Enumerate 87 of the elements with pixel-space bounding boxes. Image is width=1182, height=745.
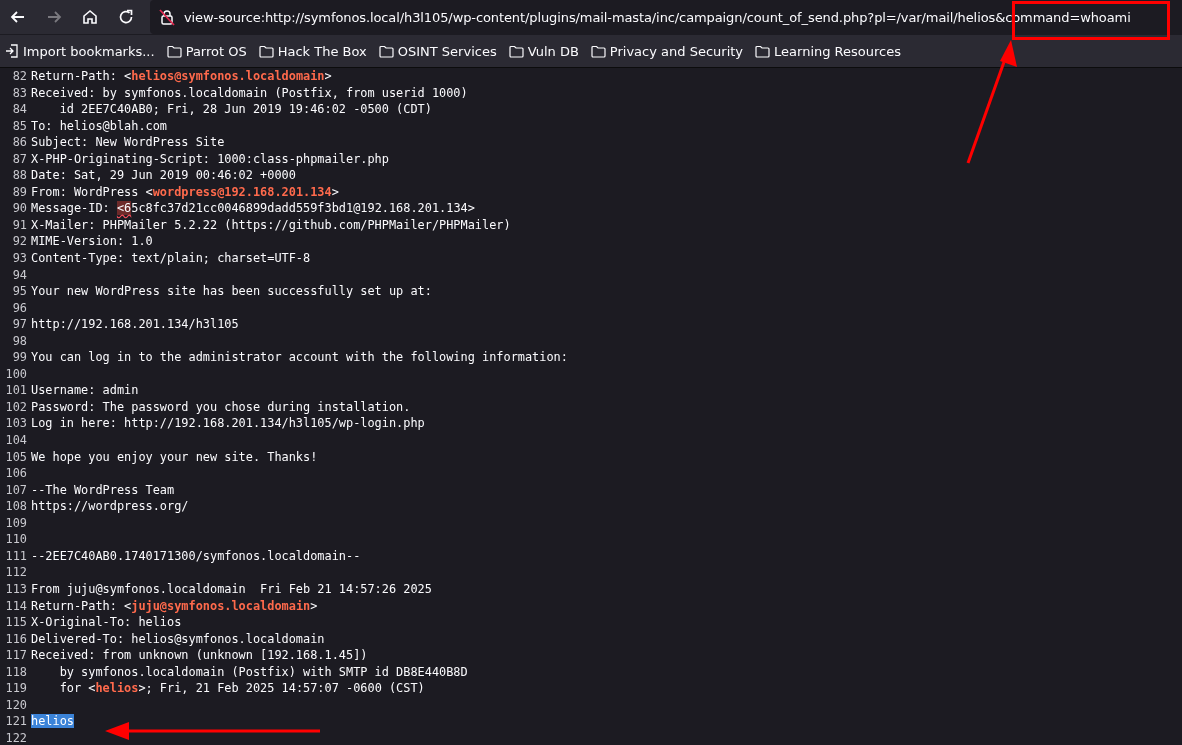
line-number: 110 <box>4 531 28 548</box>
code-line: We hope you enjoy your new site. Thanks! <box>31 448 318 466</box>
line-number: 88 <box>11 167 28 184</box>
code-line: http://192.168.201.134/h3l105 <box>31 316 239 333</box>
line-number: 93 <box>11 250 28 267</box>
code-line: You can log in to the administrator account with the following information: <box>31 349 568 366</box>
line-number: 107 <box>4 481 28 499</box>
line-number: 113 <box>4 580 28 598</box>
line-number: 106 <box>4 465 28 482</box>
import-bookmarks-link[interactable]: Import bookmarks... <box>0 41 160 61</box>
code-line: Username: admin <box>31 382 139 399</box>
line-number: 104 <box>4 432 28 449</box>
folder-icon[interactable] <box>590 44 606 58</box>
bookmark-folder[interactable]: Learning Resources <box>750 41 906 61</box>
line-number: 117 <box>4 647 28 664</box>
code-line: Return-Path: <helios@symfonos.localdomain> <box>31 68 332 85</box>
code-line: X-PHP-Originating-Script: 1000:class-phpmailer.php <box>31 150 389 168</box>
line-number: 92 <box>11 233 28 250</box>
line-number: 111 <box>4 547 28 565</box>
code-line: --2EE7C40AB0.1740171300/symfonos.localdomain-- <box>31 547 361 565</box>
line-number: 121 <box>4 713 28 730</box>
line-number: 83 <box>11 84 28 102</box>
folder-icon[interactable] <box>755 44 771 58</box>
code-line: Date: Sat, 29 Jun 2019 00:46:02 +0000 <box>31 167 296 184</box>
insecure-lock-icon[interactable] <box>158 8 176 26</box>
code-line: X-Mailer: PHPMailer 5.2.22 (https://github.com/PHPMailer/PHPMailer) <box>31 216 511 234</box>
line-number: 95 <box>11 283 28 300</box>
code-line: From juju@symfonos.localdomain Fri Feb 21 14:57:26 2025 <box>31 580 432 598</box>
line-number: 86 <box>11 134 28 151</box>
line-number: 120 <box>4 696 28 714</box>
code-line: Content-Type: text/plain; charset=UTF-8 <box>31 250 311 267</box>
code-line: --The WordPress Team <box>31 481 175 499</box>
home-icon[interactable] <box>81 8 99 26</box>
bookmark-folder[interactable]: Privacy and Security <box>585 41 749 61</box>
line-number: 105 <box>4 448 28 466</box>
line-number: 119 <box>4 680 28 697</box>
line-number: 90 <box>11 200 28 217</box>
line-number: 99 <box>11 349 28 366</box>
line-number: 112 <box>4 564 28 581</box>
import-icon[interactable] <box>5 44 19 58</box>
code-line: for <helios>; Fri, 21 Feb 2025 14:57:07 -0600 (CST) <box>58 680 425 697</box>
code-line: Subject: New WordPress Site <box>31 134 225 151</box>
line-number: 84 <box>11 101 28 118</box>
line-number: 82 <box>11 68 28 85</box>
line-number: 114 <box>4 597 28 615</box>
code-line: From: WordPress <wordpress@192.168.201.134> <box>31 183 339 201</box>
line-number: 102 <box>4 398 28 416</box>
line-number: 100 <box>4 365 28 383</box>
code-line: Return-Path: <juju@symfonos.localdomain> <box>31 597 318 615</box>
code-line: Password: The password you chose during installation. <box>31 398 411 416</box>
line-number: 122 <box>4 729 28 745</box>
line-number: 94 <box>11 266 28 284</box>
code-line: Your new WordPress site has been successfully set up at: <box>31 283 432 300</box>
line-number: 118 <box>4 663 28 681</box>
code-line: To: helios@blah.com <box>31 117 168 135</box>
code-line: https://wordpress.org/ <box>31 498 189 515</box>
line-number: 115 <box>4 614 28 631</box>
reload-icon[interactable] <box>117 8 135 26</box>
line-number: 103 <box>4 415 28 433</box>
line-number: 97 <box>11 316 28 333</box>
folder-icon[interactable] <box>378 44 394 58</box>
line-number: 101 <box>4 382 28 399</box>
bookmark-folder[interactable]: Hack The Box <box>253 41 372 61</box>
line-number: 108 <box>4 498 28 515</box>
line-number: 109 <box>4 514 28 532</box>
line-number: 116 <box>4 630 28 648</box>
line-number: 98 <box>11 332 28 350</box>
code-line: Log in here: http://192.168.201.134/h3l105/wp-login.php <box>31 415 425 433</box>
bookmark-folder[interactable]: Vuln DB <box>503 41 584 61</box>
code-line: by symfonos.localdomain (Postfix) with SMTP id DB8E440B8D <box>58 663 468 681</box>
code-line: MIME-Version: 1.0 <box>31 233 153 250</box>
line-number: 96 <box>11 299 28 317</box>
code-line: Received: from unknown (unknown [192.168.1.45]) <box>31 647 368 664</box>
code-line: X-Original-To: helios <box>31 614 182 631</box>
folder-icon[interactable] <box>258 44 274 58</box>
code-line: id 2EE7C40AB0; Fri, 28 Jun 2019 19:46:02 -0500 (CDT) <box>58 101 432 118</box>
folder-icon[interactable] <box>508 44 524 58</box>
line-number: 89 <box>11 183 28 201</box>
bookmark-folder[interactable]: Parrot OS <box>161 41 252 61</box>
line-number: 87 <box>11 150 28 168</box>
code-line: Received: by symfonos.localdomain (Postfix, from userid 1000) <box>31 84 468 102</box>
code-line: Message-ID: <65c8fc37d21cc0046899dadd559f3bd1@192.168.201.134> <box>31 200 475 217</box>
line-number: 91 <box>11 216 28 234</box>
line-number: 85 <box>11 117 28 135</box>
folder-icon[interactable] <box>166 44 182 58</box>
bookmark-folder[interactable]: OSINT Services <box>373 41 502 61</box>
code-line: Delivered-To: helios@symfonos.localdomain <box>31 630 325 648</box>
